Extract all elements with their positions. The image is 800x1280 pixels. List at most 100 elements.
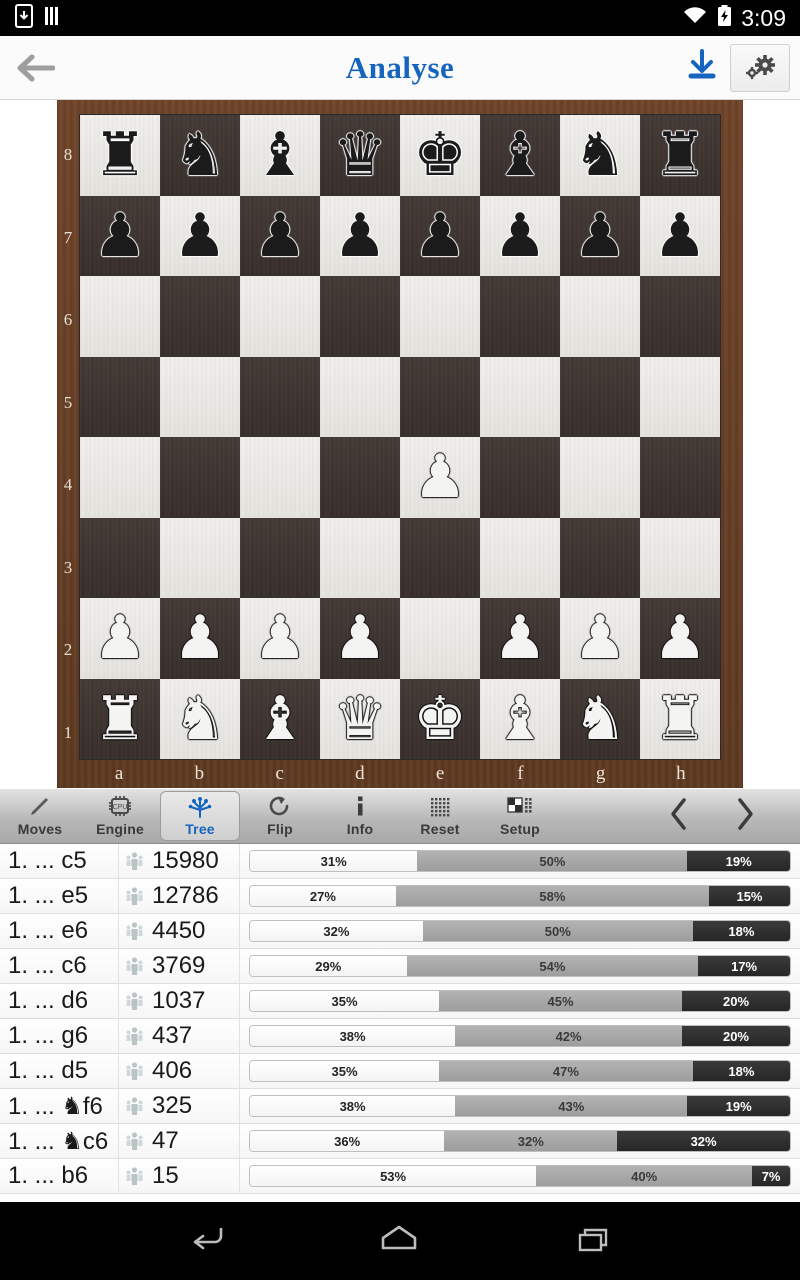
board-square-a5[interactable] bbox=[80, 356, 160, 437]
black-rook-h8[interactable]: ♜ bbox=[653, 125, 707, 185]
board-square-f1[interactable]: ♝ bbox=[480, 678, 560, 759]
white-pawn-c2[interactable]: ♟ bbox=[253, 608, 307, 668]
board-square-d5[interactable] bbox=[320, 356, 400, 437]
white-rook-a1[interactable]: ♜ bbox=[93, 688, 147, 749]
board-square-d8[interactable]: ♛ bbox=[320, 115, 400, 196]
board-square-a4[interactable] bbox=[80, 437, 160, 518]
nav-home-button[interactable] bbox=[377, 1221, 421, 1262]
black-pawn-a7[interactable]: ♟ bbox=[93, 205, 147, 266]
board-square-e3[interactable] bbox=[400, 517, 480, 598]
board-square-g8[interactable]: ♞ bbox=[560, 115, 640, 196]
white-king-e1[interactable]: ♚ bbox=[413, 688, 467, 749]
board-square-b2[interactable]: ♟ bbox=[160, 598, 240, 679]
tool-reset[interactable]: Reset bbox=[400, 790, 480, 842]
board-square-f6[interactable] bbox=[480, 276, 560, 357]
board-square-g5[interactable] bbox=[560, 356, 640, 437]
board-square-g3[interactable] bbox=[560, 517, 640, 598]
board-square-c1[interactable]: ♝ bbox=[240, 678, 320, 759]
black-pawn-f7[interactable]: ♟ bbox=[493, 205, 547, 266]
white-pawn-d2[interactable]: ♟ bbox=[333, 608, 387, 668]
tree-row[interactable]: 1. ... e5 12786 27% 58% 15% bbox=[0, 878, 800, 914]
board-square-d3[interactable] bbox=[320, 517, 400, 598]
board-square-c3[interactable] bbox=[240, 517, 320, 598]
nav-recents-button[interactable] bbox=[571, 1221, 615, 1262]
board-square-h3[interactable] bbox=[640, 517, 720, 598]
board-square-c2[interactable]: ♟ bbox=[240, 598, 320, 679]
next-move-button[interactable] bbox=[734, 797, 756, 836]
board-square-g4[interactable] bbox=[560, 437, 640, 518]
board-square-b3[interactable] bbox=[160, 517, 240, 598]
board-square-d1[interactable]: ♛ bbox=[320, 678, 400, 759]
board-square-d4[interactable] bbox=[320, 437, 400, 518]
board-square-a1[interactable]: ♜ bbox=[80, 678, 160, 759]
board-square-a3[interactable] bbox=[80, 517, 160, 598]
black-pawn-e7[interactable]: ♟ bbox=[413, 205, 467, 266]
board-square-d2[interactable]: ♟ bbox=[320, 598, 400, 679]
tree-row[interactable]: 1. ... ♞f6 325 38% 43% 19% bbox=[0, 1088, 800, 1124]
white-pawn-g2[interactable]: ♟ bbox=[573, 608, 627, 668]
board-square-e4[interactable]: ♟ bbox=[400, 437, 480, 518]
download-icon[interactable] bbox=[682, 45, 722, 90]
tool-flip[interactable]: Flip bbox=[240, 790, 320, 842]
board-square-c8[interactable]: ♝ bbox=[240, 115, 320, 196]
board-square-f2[interactable]: ♟ bbox=[480, 598, 560, 679]
black-knight-b8[interactable]: ♞ bbox=[173, 125, 227, 185]
board-square-c4[interactable] bbox=[240, 437, 320, 518]
tool-setup[interactable]: Setup bbox=[480, 790, 560, 842]
board-square-h4[interactable] bbox=[640, 437, 720, 518]
board-square-b6[interactable] bbox=[160, 276, 240, 357]
board-square-e2[interactable] bbox=[400, 598, 480, 679]
board-square-b5[interactable] bbox=[160, 356, 240, 437]
board-square-g6[interactable] bbox=[560, 276, 640, 357]
black-bishop-f8[interactable]: ♝ bbox=[493, 125, 547, 185]
black-knight-g8[interactable]: ♞ bbox=[573, 125, 627, 185]
white-bishop-c1[interactable]: ♝ bbox=[253, 688, 307, 749]
board-square-b4[interactable] bbox=[160, 437, 240, 518]
board-square-a2[interactable]: ♟ bbox=[80, 598, 160, 679]
header-back-button[interactable] bbox=[0, 53, 70, 83]
board-square-h6[interactable] bbox=[640, 276, 720, 357]
black-pawn-d7[interactable]: ♟ bbox=[333, 205, 387, 266]
white-pawn-e4[interactable]: ♟ bbox=[413, 447, 467, 507]
board-square-e8[interactable]: ♚ bbox=[400, 115, 480, 196]
board-square-g1[interactable]: ♞ bbox=[560, 678, 640, 759]
tree-row[interactable]: 1. ... c5 15980 31% 50% 19% bbox=[0, 844, 800, 879]
tree-row[interactable]: 1. ... b6 15 53% 40% 7% bbox=[0, 1158, 800, 1194]
tree-row[interactable]: 1. ... g6 437 38% 42% 20% bbox=[0, 1018, 800, 1054]
board-square-b1[interactable]: ♞ bbox=[160, 678, 240, 759]
black-rook-a8[interactable]: ♜ bbox=[93, 125, 147, 185]
white-bishop-f1[interactable]: ♝ bbox=[493, 688, 547, 749]
board-square-d7[interactable]: ♟ bbox=[320, 195, 400, 276]
board-square-c5[interactable] bbox=[240, 356, 320, 437]
board-square-g7[interactable]: ♟ bbox=[560, 195, 640, 276]
tree-row[interactable]: 1. ... d5 406 35% 47% 18% bbox=[0, 1053, 800, 1089]
board-square-b7[interactable]: ♟ bbox=[160, 195, 240, 276]
white-pawn-a2[interactable]: ♟ bbox=[93, 608, 147, 668]
prev-move-button[interactable] bbox=[668, 797, 690, 836]
tool-moves[interactable]: Moves bbox=[0, 790, 80, 842]
black-pawn-g7[interactable]: ♟ bbox=[573, 205, 627, 266]
board-square-g2[interactable]: ♟ bbox=[560, 598, 640, 679]
white-knight-g1[interactable]: ♞ bbox=[573, 688, 627, 749]
white-pawn-h2[interactable]: ♟ bbox=[653, 608, 707, 668]
board-square-h8[interactable]: ♜ bbox=[640, 115, 720, 196]
board-square-f5[interactable] bbox=[480, 356, 560, 437]
tool-info[interactable]: Info bbox=[320, 790, 400, 842]
board-square-c7[interactable]: ♟ bbox=[240, 195, 320, 276]
white-pawn-b2[interactable]: ♟ bbox=[173, 608, 227, 668]
board-square-e1[interactable]: ♚ bbox=[400, 678, 480, 759]
board-square-a6[interactable] bbox=[80, 276, 160, 357]
tool-tree[interactable]: Tree bbox=[160, 791, 240, 841]
board-square-c6[interactable] bbox=[240, 276, 320, 357]
board-square-a8[interactable]: ♜ bbox=[80, 115, 160, 196]
board-square-d6[interactable] bbox=[320, 276, 400, 357]
black-bishop-c8[interactable]: ♝ bbox=[253, 125, 307, 185]
board-square-f3[interactable] bbox=[480, 517, 560, 598]
board-square-h1[interactable]: ♜ bbox=[640, 678, 720, 759]
black-pawn-h7[interactable]: ♟ bbox=[653, 205, 707, 266]
tree-row[interactable]: 1. ... c6 3769 29% 54% 17% bbox=[0, 948, 800, 984]
board-square-h5[interactable] bbox=[640, 356, 720, 437]
black-queen-d8[interactable]: ♛ bbox=[333, 125, 387, 185]
nav-back-button[interactable] bbox=[185, 1221, 227, 1262]
black-king-e8[interactable]: ♚ bbox=[413, 125, 467, 185]
